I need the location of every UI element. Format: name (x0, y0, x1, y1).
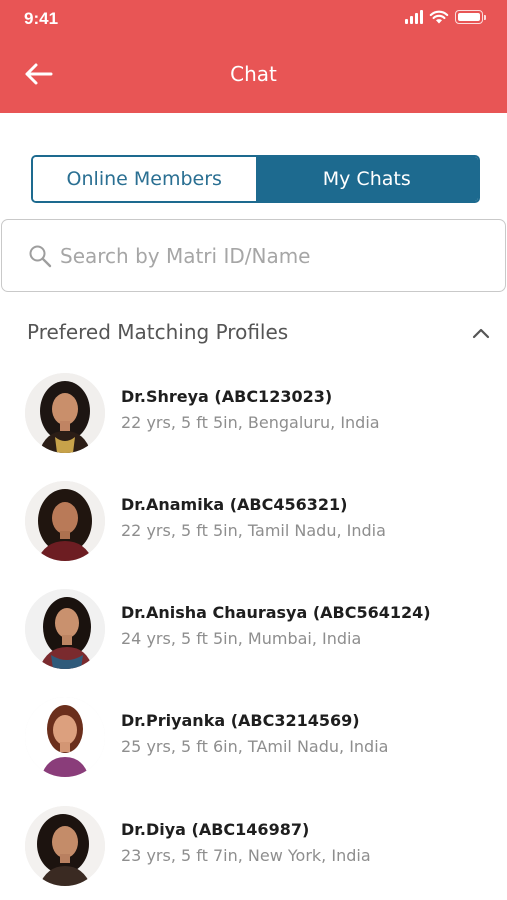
profile-item[interactable]: Dr.Diya (ABC146987) 23 yrs, 5 ft 7in, Ne… (25, 806, 495, 892)
profile-item[interactable]: Dr.Shreya (ABC123023) 22 yrs, 5 ft 5in, … (25, 373, 495, 459)
avatar (25, 481, 105, 561)
chevron-up-icon (472, 328, 490, 339)
profile-item[interactable]: Dr.Priyanka (ABC3214569) 25 yrs, 5 ft 6i… (25, 697, 495, 783)
profile-details: 22 yrs, 5 ft 5in, Tamil Nadu, India (121, 521, 386, 540)
chat-tabs: Online Members My Chats (31, 155, 480, 203)
profile-name: Dr.Anamika (ABC456321) (121, 495, 348, 514)
app-header: 9:41 Chat (0, 0, 507, 113)
profile-details: 25 yrs, 5 ft 6in, TAmil Nadu, India (121, 737, 389, 756)
profile-name: Dr.Shreya (ABC123023) (121, 387, 333, 406)
page-title: Chat (230, 62, 277, 86)
avatar (25, 373, 105, 453)
status-icons (405, 9, 486, 25)
profile-details: 22 yrs, 5 ft 5in, Bengaluru, India (121, 413, 380, 432)
section-title: Prefered Matching Profiles (27, 320, 289, 344)
profile-item[interactable]: Dr.Anisha Chaurasya (ABC564124) 24 yrs, … (25, 589, 495, 675)
wifi-icon (429, 10, 449, 23)
search-icon (29, 245, 52, 267)
avatar (25, 697, 105, 777)
search-input[interactable] (60, 243, 480, 268)
profile-item[interactable]: Dr.Anamika (ABC456321) 22 yrs, 5 ft 5in,… (25, 481, 495, 567)
avatar (25, 589, 105, 669)
tab-online-members[interactable]: Online Members (33, 157, 256, 201)
profile-name: Dr.Diya (ABC146987) (121, 820, 310, 839)
profile-details: 23 yrs, 5 ft 7in, New York, India (121, 846, 371, 865)
profile-name: Dr.Anisha Chaurasya (ABC564124) (121, 603, 431, 622)
battery-icon (455, 10, 486, 24)
tab-my-chats[interactable]: My Chats (255, 157, 478, 201)
profile-name: Dr.Priyanka (ABC3214569) (121, 711, 360, 730)
avatar (25, 806, 105, 886)
section-header: Prefered Matching Profiles (27, 320, 492, 348)
search-box (1, 219, 506, 292)
profile-details: 24 yrs, 5 ft 5in, Mumbai, India (121, 629, 362, 648)
status-time: 9:41 (24, 9, 59, 28)
cellular-signal-icon (405, 10, 423, 24)
collapse-button[interactable] (470, 322, 492, 344)
